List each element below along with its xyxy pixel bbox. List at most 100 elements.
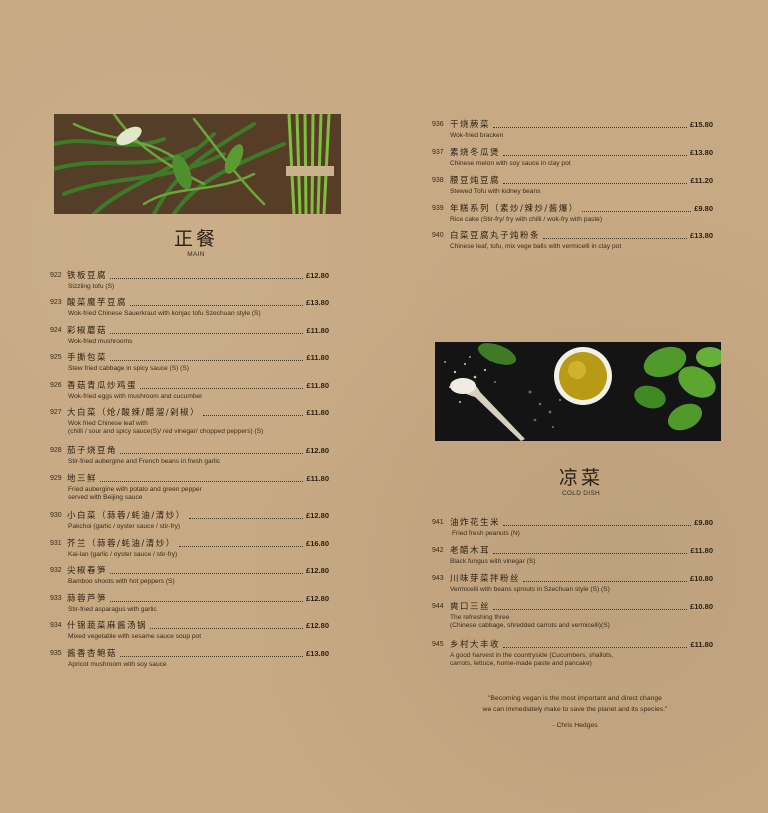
item-number: 923 [50,299,62,306]
item-price: £12.80 [306,271,329,280]
dot-leader [120,655,304,657]
item-price: £16.80 [306,539,329,548]
item-name-zh: 油炸花生米 [450,518,501,528]
dot-leader [110,277,304,279]
item-description: Pakchoi (garlic / oyster sauce / stir-fr… [68,523,181,530]
item-number: 944 [432,603,444,610]
item-name-zh: 酸菜魔芋豆腐 [67,298,128,308]
item-name-zh: 爽口三丝 [450,602,491,612]
oil-basil-illustration [435,342,721,441]
item-price: £11.80 [306,381,329,390]
dot-leader [503,154,688,156]
item-price: £13.80 [306,649,329,658]
item-number: 930 [50,512,62,519]
item-number: 925 [50,354,62,361]
olive-oil-basil-photo [435,342,721,441]
dot-leader [493,608,688,610]
item-price: £13.80 [690,231,713,240]
dot-leader [503,646,688,648]
item-price: £15.80 [690,120,713,129]
item-description: Sizzling tofu (S) [68,283,115,290]
item-name-zh: 乡村大丰收 [450,640,501,650]
item-number: 934 [50,622,62,629]
item-price: £12.80 [306,511,329,520]
item-description: Rice cake (Stir-fry/ fry with chilli / w… [450,216,603,223]
item-number: 939 [432,205,444,212]
item-price: £10.80 [690,574,713,583]
item-description: The refreshing three (Chinese cabbage, s… [450,614,610,630]
item-description: Fried fresh peanuts (N) [452,530,520,537]
item-price: £11.80 [690,640,713,649]
main-title-en: MAIN [187,251,205,258]
dot-leader [110,600,304,602]
cold-dish-title-en: COLD DISH [561,490,601,497]
item-description: Vermicelli with beans sprouts in Szechua… [450,586,610,593]
item-number: 933 [50,595,62,602]
item-description: Stew fried cabbage in spicy sauce (S) (S… [68,365,189,372]
item-name-zh: 尖椒春笋 [67,566,108,576]
quote-author: - Chris Hedges [552,722,598,729]
dot-leader [523,580,688,582]
item-name-zh: 彩椒蘑菇 [67,326,108,336]
item-number: 937 [432,149,444,156]
item-description: Wok fried Chinese leaf with (chilli / so… [68,420,264,436]
dot-leader [120,452,304,454]
dot-leader [110,359,304,361]
dot-leader [203,414,304,416]
dot-leader [150,627,304,629]
herbs-illustration [54,114,341,214]
dot-leader [581,210,692,212]
item-price: £11.20 [690,176,713,185]
dot-leader [140,387,304,389]
dot-leader [110,332,304,334]
item-price: £11.80 [690,546,713,555]
item-name-zh: 腰豆炖豆腐 [450,176,501,186]
dot-leader [110,572,304,574]
dot-leader [503,524,692,526]
item-price: £9.80 [694,204,713,213]
item-price: £10.80 [690,602,713,611]
quote-text: "Becoming vegan is the most important an… [482,695,668,713]
cold-dish-title-zh: 凉菜 [558,467,603,489]
item-description: Stir-fried asparagus with garlic [68,606,157,613]
item-price: £13.80 [690,148,713,157]
item-name-zh: 芥兰（蒜蓉/蚝油/清炒） [67,539,176,549]
dot-leader [543,237,688,239]
item-name-zh: 年糕系列（素炒/辣炒/酱爆） [450,204,579,214]
dot-leader [493,126,688,128]
item-name-zh: 干烧蕨菜 [450,120,491,130]
item-price: £11.80 [306,408,329,417]
item-name-zh: 素烧冬瓜煲 [450,148,501,158]
item-name-zh: 白菜豆腐丸子炖粉条 [450,231,541,241]
item-number: 940 [432,232,444,239]
item-price: £12.80 [306,621,329,630]
item-number: 928 [50,447,62,454]
item-description: Apricot mushroom with soy sauce [68,661,167,668]
dot-leader [493,552,688,554]
item-number: 929 [50,475,62,482]
item-number: 931 [50,540,62,547]
item-name-zh: 什锦蔬菜麻酱汤锅 [67,621,148,631]
item-name-zh: 茄子烧豆角 [67,446,118,456]
item-number: 927 [50,409,62,416]
dot-leader [188,517,304,519]
item-description: Black fungus with vinegar (S) [450,558,536,565]
item-description: Wok-fried mushrooms [68,338,133,345]
item-name-zh: 小白菜（蒜蓉/蚝油/清炒） [67,511,186,521]
item-price: £12.80 [306,446,329,455]
item-name-zh: 川味芽菜拌粉丝 [450,574,521,584]
item-description: Fried aubergine with potato and green pe… [68,486,202,502]
item-name-zh: 香菇青瓜炒鸡蛋 [67,381,138,391]
dot-leader [503,182,688,184]
item-description: Chinese leaf, tofu, mix vege balls with … [450,243,622,250]
item-name-zh: 手撕包菜 [67,353,108,363]
item-number: 938 [432,177,444,184]
item-description: Wok-fried Chinese Sauerkraut with konjac… [68,310,261,317]
item-name-zh: 酱香杏鲍菇 [67,649,118,659]
item-description: Kai-lan (garlic / oyster sauce / stir-fr… [68,551,178,558]
item-description: Wok-fried eggs with mushroom and cucumbe… [68,393,203,400]
item-number: 924 [50,327,62,334]
item-description: Bamboo shoots with hot peppers (S) [68,578,175,585]
item-number: 945 [432,641,444,648]
dot-leader [178,545,304,547]
